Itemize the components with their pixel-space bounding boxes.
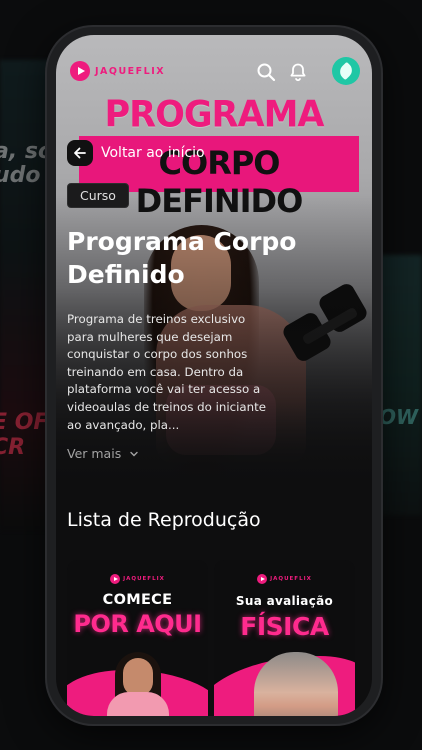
app-logo[interactable]: JAQUEFLIX bbox=[70, 61, 165, 81]
card-logo: JAQUEFLIX bbox=[214, 574, 355, 584]
see-more-button[interactable]: Ver mais bbox=[67, 446, 139, 461]
card-logo: JAQUEFLIX bbox=[67, 574, 208, 584]
card-logo-text: JAQUEFLIX bbox=[270, 576, 312, 582]
playlist-title: Lista de Reprodução bbox=[67, 509, 261, 531]
card-person-face bbox=[123, 658, 153, 696]
chevron-down-icon bbox=[130, 451, 138, 456]
background-panel-right bbox=[378, 255, 422, 515]
leaf-icon bbox=[336, 61, 356, 81]
course-title: Programa Corpo Definido bbox=[67, 227, 297, 289]
card-person-body bbox=[107, 692, 169, 716]
playlist-item[interactable]: JAQUEFLIX COMECE POR AQUI bbox=[67, 560, 208, 716]
back-to-home-link[interactable]: Voltar ao início bbox=[67, 140, 205, 166]
phone-frame: PROGRAMA CORPO DEFINIDO JAQUEFLIX bbox=[47, 27, 381, 724]
logo-text: JAQUEFLIX bbox=[95, 65, 166, 77]
card-title-line2: POR AQUI bbox=[73, 610, 202, 638]
see-more-label: Ver mais bbox=[67, 446, 122, 461]
back-label: Voltar ao início bbox=[101, 145, 205, 161]
app-screen: PROGRAMA CORPO DEFINIDO JAQUEFLIX bbox=[56, 35, 372, 716]
background-text-left-bottom: E OF CR bbox=[0, 410, 49, 460]
play-logo-icon bbox=[110, 574, 121, 584]
hero-image-title: PROGRAMA bbox=[104, 94, 324, 136]
card-logo-text: JAQUEFLIX bbox=[123, 576, 165, 582]
card-title-line2: FÍSICA bbox=[240, 612, 329, 641]
background-text-right: OW bbox=[378, 405, 418, 429]
play-logo-icon bbox=[70, 61, 90, 81]
course-description: Programa de treinos exclusivo para mulhe… bbox=[67, 312, 267, 432]
play-logo-icon bbox=[257, 574, 268, 584]
search-icon[interactable] bbox=[255, 61, 277, 83]
arrow-left-icon bbox=[67, 140, 93, 166]
card-title-line1: Sua avaliação bbox=[235, 594, 334, 608]
card-title-line1: COMECE bbox=[102, 592, 173, 608]
course-type-badge: Curso bbox=[67, 183, 129, 208]
avatar[interactable] bbox=[332, 57, 360, 85]
playlist-item[interactable]: JAQUEFLIX Sua avaliação FÍSICA bbox=[214, 560, 355, 716]
bell-icon[interactable] bbox=[287, 61, 309, 83]
